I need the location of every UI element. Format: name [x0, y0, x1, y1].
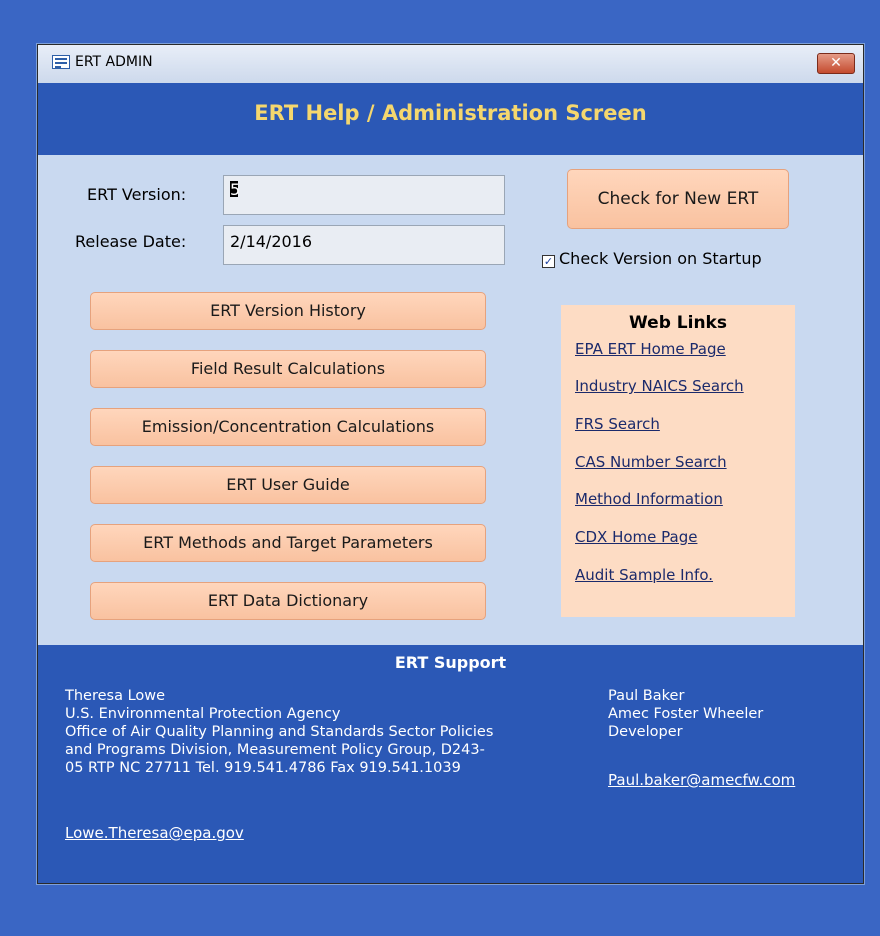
support-contact-lowe: Theresa Lowe U.S. Environmental Protecti…: [65, 687, 493, 777]
window-title: ERT ADMIN: [75, 54, 153, 70]
support-line: and Programs Division, Measurement Polic…: [65, 742, 485, 758]
version-history-button[interactable]: ERT Version History: [90, 292, 486, 330]
link-audit-sample-info[interactable]: Audit Sample Info.: [575, 566, 713, 584]
ert-version-field[interactable]: 5: [223, 175, 505, 215]
ert-version-value: 5: [230, 180, 241, 199]
support-line: Theresa Lowe: [65, 688, 166, 704]
ert-version-label: ERT Version:: [87, 185, 187, 204]
title-bar[interactable]: ERT ADMIN ✕: [38, 45, 863, 84]
support-band: ERT Support Theresa Lowe U.S. Environmen…: [38, 645, 863, 883]
web-links-title: Web Links: [629, 313, 727, 333]
support-line: U.S. Environmental Protection Agency: [65, 706, 341, 722]
methods-target-parameters-button[interactable]: ERT Methods and Target Parameters: [90, 524, 486, 562]
support-line: Office of Air Quality Planning and Stand…: [65, 724, 494, 740]
support-contact-baker: Paul Baker Amec Foster Wheeler Developer: [608, 687, 763, 741]
support-line: Amec Foster Wheeler: [608, 706, 764, 722]
release-date-field[interactable]: 2/14/2016: [223, 225, 505, 265]
emission-concentration-calculations-button[interactable]: Emission/Concentration Calculations: [90, 408, 486, 446]
baker-email-link[interactable]: Paul.baker@amecfw.com: [608, 771, 795, 789]
screen-title: ERT Help / Administration Screen: [254, 101, 647, 125]
link-cas-search[interactable]: CAS Number Search: [575, 453, 727, 471]
check-startup-label: Check Version on Startup: [559, 249, 762, 268]
link-cdx-home[interactable]: CDX Home Page: [575, 528, 697, 546]
form-icon: [52, 55, 70, 69]
support-line: 05 RTP NC 27711 Tel. 919.541.4786 Fax 91…: [65, 760, 461, 776]
close-button[interactable]: ✕: [817, 53, 855, 74]
header-band: ERT Help / Administration Screen: [38, 83, 863, 155]
release-date-value: 2/14/2016: [230, 232, 313, 251]
link-method-information[interactable]: Method Information: [575, 490, 723, 508]
link-frs-search[interactable]: FRS Search: [575, 415, 660, 433]
link-epa-ert-home[interactable]: EPA ERT Home Page: [575, 340, 726, 358]
link-naics-search[interactable]: Industry NAICS Search: [575, 377, 744, 395]
field-result-calculations-button[interactable]: Field Result Calculations: [90, 350, 486, 388]
release-date-label: Release Date:: [75, 232, 187, 251]
support-line: Paul Baker: [608, 688, 685, 704]
check-startup-checkbox[interactable]: ✓: [542, 255, 555, 268]
web-links-panel: Web Links EPA ERT Home Page Industry NAI…: [561, 305, 795, 617]
user-guide-button[interactable]: ERT User Guide: [90, 466, 486, 504]
support-line: Developer: [608, 724, 683, 740]
support-title: ERT Support: [394, 653, 507, 672]
check-new-ert-button[interactable]: Check for New ERT: [567, 169, 789, 229]
ert-admin-window: ERT ADMIN ✕ ERT Help / Administration Sc…: [37, 44, 864, 884]
data-dictionary-button[interactable]: ERT Data Dictionary: [90, 582, 486, 620]
check-startup-row[interactable]: ✓ Check Version on Startup: [542, 249, 762, 268]
lowe-email-link[interactable]: Lowe.Theresa@epa.gov: [65, 824, 244, 842]
